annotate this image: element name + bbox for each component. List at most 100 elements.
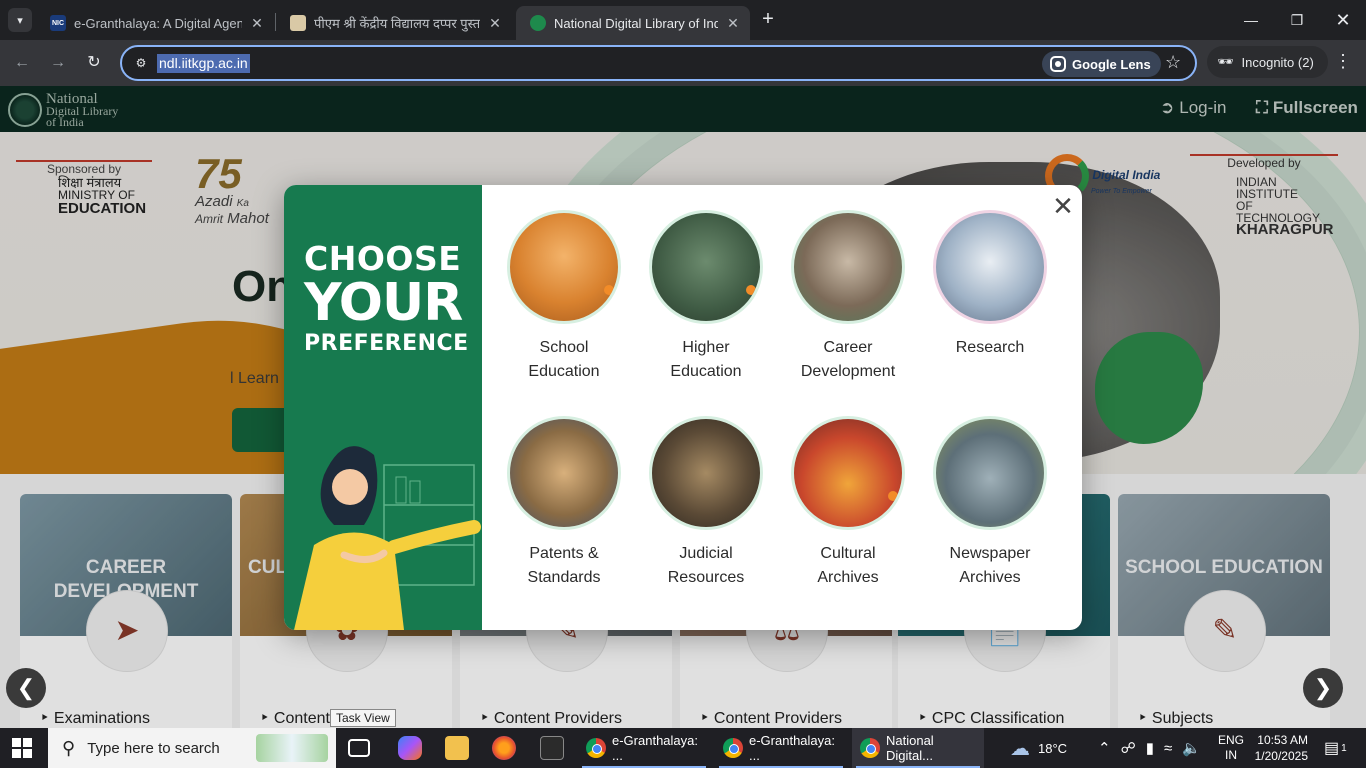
system-tray-icons: ⌃ ☍ ▮ ≈ 🔈 xyxy=(1098,728,1201,768)
taskbar-app-label: e-Granthalaya: ... xyxy=(749,733,835,763)
patents-standards-photo xyxy=(507,416,621,530)
meet-now-icon[interactable]: ☍ xyxy=(1121,739,1136,757)
url-text-selected[interactable]: ndl.iitkgp.ac.in xyxy=(157,54,250,73)
tab-close-icon[interactable]: ✕ xyxy=(488,15,502,32)
address-bar[interactable]: ⚙ ndl.iitkgp.ac.in Google Lens ☆ xyxy=(120,45,1197,81)
tab-title: पीएम श्री केंद्रीय विद्यालय दप्पर पुस्तक… xyxy=(314,16,480,31)
decor-dot xyxy=(888,491,898,501)
career-development-photo xyxy=(791,210,905,324)
web-page: National Digital Library of India ➲ Log-… xyxy=(0,86,1366,728)
calendar-app-icon[interactable] xyxy=(540,736,564,760)
volume-icon[interactable]: 🔈 xyxy=(1182,739,1201,757)
incognito-label: Incognito (2) xyxy=(1241,54,1314,70)
tab-close-icon[interactable]: ✕ xyxy=(726,15,740,32)
incognito-profile-button[interactable]: 🕶 Incognito (2) xyxy=(1207,46,1328,78)
clock-time: 10:53 AM xyxy=(1257,733,1308,747)
region-code: IN xyxy=(1225,748,1237,762)
back-arrow-icon[interactable]: ← xyxy=(10,51,34,75)
browser-tabstrip: ▾ NIC e-Granthalaya: A Digital Agenda ✕ … xyxy=(0,0,1366,40)
chrome-icon xyxy=(860,738,880,758)
choose-preference-modal: CHOOSE YOUR PREFERENCE ✕ School Education xyxy=(284,185,1082,630)
taskbar-app-chrome-2[interactable]: e-Granthalaya: ... xyxy=(715,728,847,768)
decor-dot xyxy=(746,285,756,295)
notification-count: 1 xyxy=(1341,742,1347,754)
option-cultural-archives[interactable]: Cultural Archives xyxy=(777,416,919,590)
taskbar-app-label: National Digital... xyxy=(886,733,934,763)
task-view-tooltip: Task View xyxy=(330,709,396,727)
option-school-education[interactable]: School Education xyxy=(493,210,635,384)
site-info-tune-icon[interactable]: ⚙ xyxy=(132,54,150,72)
carousel-next-icon[interactable]: ❯ xyxy=(1303,668,1343,708)
windows-taskbar: ⚲ Type here to search e-Granthalaya: ...… xyxy=(0,728,1366,768)
language-indicator[interactable]: ENG IN xyxy=(1218,728,1244,768)
weather-widget[interactable]: ☁ 18°C xyxy=(1010,728,1067,768)
tab-title: e-Granthalaya: A Digital Agenda xyxy=(74,15,242,31)
bookmark-star-icon[interactable]: ☆ xyxy=(1165,52,1181,73)
tab-close-icon[interactable]: ✕ xyxy=(250,15,264,32)
search-highlight-art xyxy=(256,734,328,762)
higher-education-photo xyxy=(649,210,763,324)
chrome-icon xyxy=(723,738,743,758)
heading-line-2: YOUR xyxy=(304,273,463,333)
decor-dot xyxy=(604,285,614,295)
reload-icon[interactable]: ↻ xyxy=(82,51,106,75)
newspaper-archives-photo xyxy=(933,416,1047,530)
forward-arrow-icon[interactable]: → xyxy=(46,51,70,75)
chrome-icon xyxy=(586,738,606,758)
cloud-icon: ☁ xyxy=(1010,737,1030,760)
copilot-icon[interactable] xyxy=(398,736,422,760)
option-higher-education[interactable]: Higher Education xyxy=(635,210,777,384)
option-label: School Education xyxy=(528,339,600,380)
firefox-icon[interactable] xyxy=(492,736,516,760)
option-judicial-resources[interactable]: Judicial Resources xyxy=(635,416,777,590)
windows-start-icon[interactable] xyxy=(12,738,32,758)
chevron-up-icon[interactable]: ⌃ xyxy=(1098,739,1111,757)
browser-toolbar: ← → ↻ ⚙ ndl.iitkgp.ac.in Google Lens ☆ 🕶… xyxy=(0,40,1366,86)
task-view-icon[interactable] xyxy=(348,739,370,757)
file-explorer-icon[interactable] xyxy=(445,736,469,760)
option-label: Higher Education xyxy=(670,339,742,380)
browser-tab-2[interactable]: पीएम श्री केंद्रीय विद्यालय दप्पर पुस्तक… xyxy=(276,6,512,40)
tab-title: National Digital Library of India xyxy=(554,15,718,31)
taskbar-app-label: e-Granthalaya: ... xyxy=(612,733,698,763)
wifi-icon[interactable]: ≈ xyxy=(1164,740,1172,757)
chrome-menu-icon[interactable]: ⋮ xyxy=(1334,51,1352,72)
option-patents-standards[interactable]: Patents & Standards xyxy=(493,416,635,590)
google-lens-icon xyxy=(1050,56,1066,72)
language-code: ENG xyxy=(1218,733,1245,747)
google-lens-button[interactable]: Google Lens xyxy=(1042,51,1161,77)
ndl-favicon-icon xyxy=(530,15,546,31)
school-favicon-icon xyxy=(290,15,306,31)
weather-temperature: 18°C xyxy=(1038,740,1068,756)
research-photo xyxy=(933,210,1047,324)
restore-icon[interactable]: ❐ xyxy=(1282,8,1312,32)
tab-search-chevron-icon[interactable]: ▾ xyxy=(8,8,32,32)
heading-line-1: CHOOSE xyxy=(304,239,462,278)
notification-center[interactable]: ▤ 1 xyxy=(1324,728,1347,768)
taskbar-search-box[interactable]: ⚲ Type here to search xyxy=(48,728,336,768)
taskbar-app-chrome-1[interactable]: e-Granthalaya: ... xyxy=(578,728,710,768)
option-label: Newspaper Archives xyxy=(949,545,1031,586)
search-icon: ⚲ xyxy=(62,737,76,758)
option-label: Patents & Standards xyxy=(527,545,601,586)
window-close-icon[interactable]: ✕ xyxy=(1328,8,1358,32)
option-research[interactable]: Research xyxy=(919,210,1061,360)
browser-tab-1[interactable]: NIC e-Granthalaya: A Digital Agenda ✕ xyxy=(36,6,274,40)
notification-icon: ▤ xyxy=(1324,740,1340,757)
modal-heading: CHOOSE YOUR PREFERENCE xyxy=(304,241,469,359)
battery-icon[interactable]: ▮ xyxy=(1146,739,1154,757)
minimize-icon[interactable]: — xyxy=(1236,8,1266,32)
option-label: Judicial Resources xyxy=(667,545,745,586)
school-education-photo xyxy=(507,210,621,324)
carousel-prev-icon[interactable]: ❮ xyxy=(6,668,46,708)
browser-tab-3-active[interactable]: National Digital Library of India ✕ xyxy=(516,6,750,40)
option-career-development[interactable]: Career Development xyxy=(777,210,919,384)
cultural-archives-photo xyxy=(791,416,905,530)
clock[interactable]: 10:53 AM 1/20/2025 xyxy=(1254,728,1308,768)
new-tab-plus-icon[interactable]: + xyxy=(758,9,778,31)
option-label: Cultural Archives xyxy=(817,545,879,586)
option-newspaper-archives[interactable]: Newspaper Archives xyxy=(919,416,1061,590)
judicial-resources-photo xyxy=(649,416,763,530)
taskbar-app-chrome-3-active[interactable]: National Digital... xyxy=(852,728,984,768)
option-label: Research xyxy=(955,339,1025,356)
